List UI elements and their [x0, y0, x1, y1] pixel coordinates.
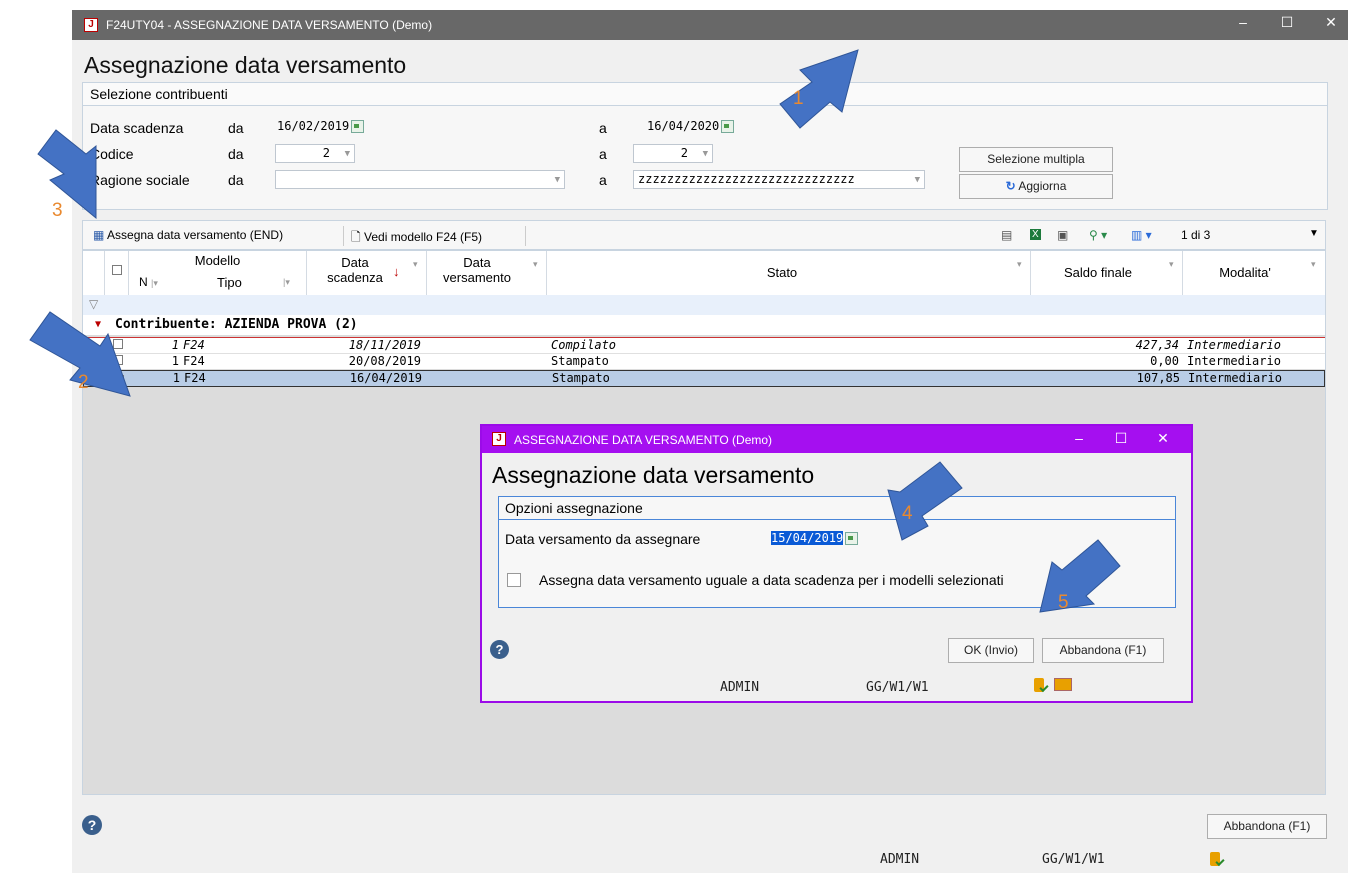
- annotation-number: 5: [1058, 592, 1069, 613]
- annotation-arrow-4: [887, 461, 963, 541]
- annotation-arrow-3: [37, 129, 97, 220]
- annotation-number: 2: [78, 372, 89, 393]
- annotation-arrow-1: [779, 49, 859, 129]
- annotation-number: 3: [52, 200, 63, 221]
- annotation-number: 4: [902, 503, 913, 524]
- annotation-overlay: [29, 49, 1121, 613]
- annotation-arrow-5: [1039, 539, 1121, 613]
- annotation-number: 1: [793, 88, 804, 109]
